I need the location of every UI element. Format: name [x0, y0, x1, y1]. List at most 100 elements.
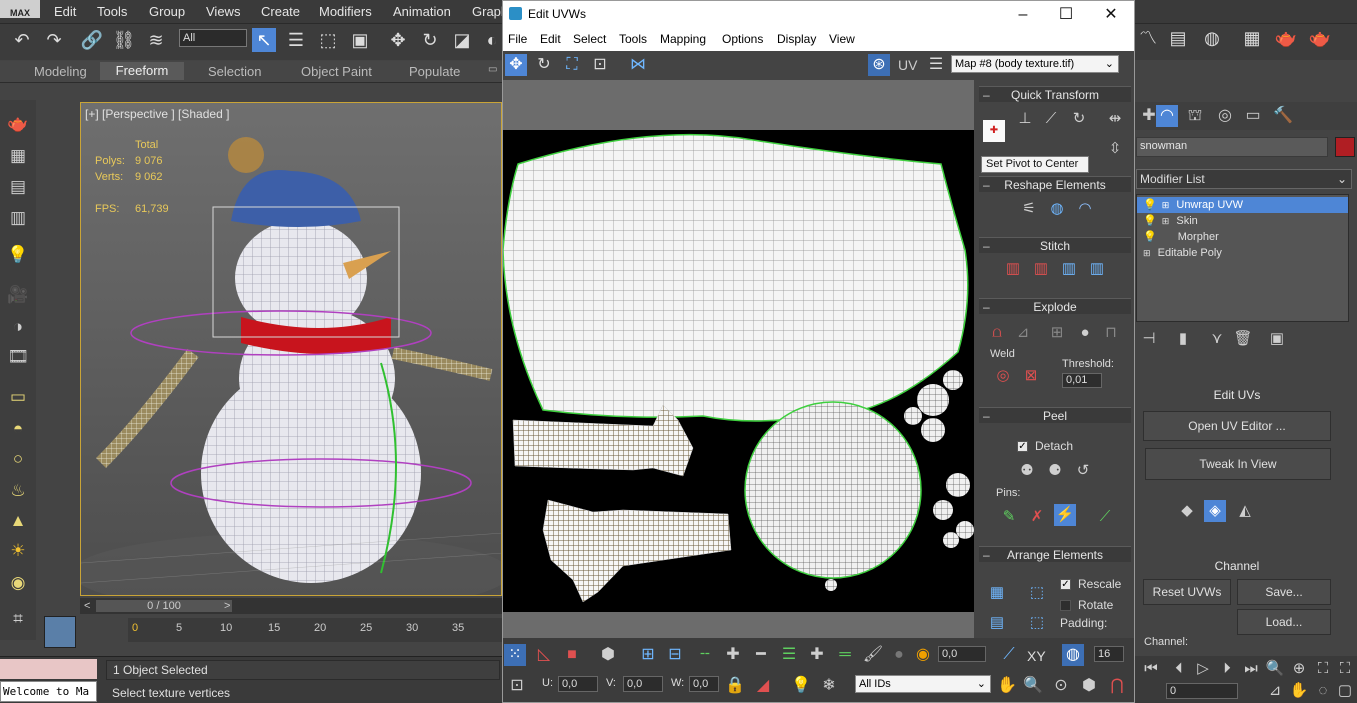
- tab-modeling[interactable]: Modeling: [34, 64, 87, 79]
- ring-icon[interactable]: ✚: [722, 644, 744, 666]
- ribbon-toggle-icon[interactable]: ▭: [488, 64, 497, 75]
- stitch-header[interactable]: – Stitch: [979, 237, 1131, 253]
- quick-peel-icon[interactable]: ⚈: [1044, 460, 1066, 482]
- ring-grow-icon[interactable]: ☰: [778, 644, 800, 666]
- flatten-icon[interactable]: ⊞: [1046, 322, 1068, 344]
- menu-group[interactable]: Group: [149, 4, 185, 19]
- load-button[interactable]: Load...: [1237, 609, 1331, 635]
- peel-header[interactable]: – Peel: [979, 407, 1131, 423]
- pot-icon[interactable]: ♨: [6, 480, 30, 502]
- uvw-menu-display[interactable]: Display: [777, 32, 816, 46]
- straighten-icon[interactable]: ⚟: [1018, 198, 1040, 220]
- scene-explorer-icon[interactable]: ▥: [6, 207, 30, 229]
- relax-settings-icon[interactable]: ◠: [1074, 198, 1096, 220]
- scale-icon[interactable]: ◪: [450, 28, 474, 52]
- orbit-icon[interactable]: ◌: [1312, 680, 1334, 702]
- show-end-result-icon[interactable]: ▮: [1172, 328, 1194, 350]
- select-by-name-icon[interactable]: ☰: [284, 28, 308, 52]
- collapse-icon[interactable]: –: [983, 299, 990, 315]
- xy-toggle[interactable]: XY: [1027, 648, 1046, 664]
- pin-icon[interactable]: ✎: [998, 506, 1020, 528]
- space-horizontal-icon[interactable]: ⇹: [1104, 108, 1126, 130]
- go-to-end-icon[interactable]: ⏭: [1240, 658, 1262, 680]
- grow-select-icon[interactable]: ⊞: [637, 644, 659, 666]
- perspective-viewport[interactable]: [+] [Perspective ] [Shaded ] Total Polys…: [80, 102, 502, 596]
- mirror-icon[interactable]: ⋈: [627, 54, 649, 76]
- teapot-icon[interactable]: 🫖: [6, 113, 30, 135]
- pack-together-icon[interactable]: ▤: [986, 612, 1008, 634]
- set-pivot-icon[interactable]: ✚: [983, 120, 1005, 142]
- object-color-swatch[interactable]: [1335, 137, 1355, 157]
- brush-size-icon[interactable]: ●: [888, 644, 910, 666]
- collapse-icon[interactable]: –: [983, 87, 990, 103]
- render-setup-icon-2[interactable]: ▦: [1240, 26, 1264, 50]
- maximize-viewport-icon[interactable]: ▢: [1334, 680, 1356, 702]
- loop-icon[interactable]: ╌: [694, 644, 716, 666]
- zoom-icon[interactable]: 🔍: [1264, 658, 1286, 680]
- layers-icon[interactable]: ▤: [6, 176, 30, 198]
- edge-mode-icon[interactable]: ◺: [533, 644, 555, 666]
- split-icon[interactable]: ⊓: [1100, 322, 1122, 344]
- rotate-icon[interactable]: ↻: [418, 28, 442, 52]
- tab-populate[interactable]: Populate: [409, 64, 460, 79]
- space-vertical-icon[interactable]: ⇳: [1104, 138, 1126, 160]
- fov-icon[interactable]: ⊿: [1264, 680, 1286, 702]
- maxscript-mini-listener[interactable]: [0, 659, 97, 679]
- uvw-menu-mapping[interactable]: Mapping: [660, 32, 706, 46]
- auto-pin-icon[interactable]: ⚡: [1054, 504, 1076, 526]
- window-crossing-icon[interactable]: ▣: [348, 28, 372, 52]
- zoom-all-icon[interactable]: ⊕: [1288, 658, 1310, 680]
- select-object-icon[interactable]: ↖: [252, 28, 276, 52]
- close-icon[interactable]: ✕: [1088, 2, 1134, 28]
- minimize-icon[interactable]: –: [1000, 2, 1046, 28]
- max-logo[interactable]: MAX: [0, 0, 40, 18]
- edge-loop-icon[interactable]: ═: [834, 644, 856, 666]
- rotate-checkbox[interactable]: [1060, 600, 1071, 611]
- checker-icon[interactable]: ⊛: [868, 54, 890, 76]
- next-frame-icon[interactable]: >: [224, 600, 230, 612]
- soft-select-icon[interactable]: ◉: [912, 644, 934, 666]
- expand-icon[interactable]: ⊞: [1162, 216, 1170, 226]
- edit-uvs-header[interactable]: Edit UVs: [1136, 388, 1338, 402]
- reshape-header[interactable]: – Reshape Elements: [979, 176, 1131, 192]
- unpin-icon[interactable]: ✗: [1026, 506, 1048, 528]
- cone-icon[interactable]: ▲: [6, 510, 30, 532]
- shrink-select-icon[interactable]: ⊟: [664, 644, 686, 666]
- weld-selected-icon[interactable]: ⊠: [1020, 365, 1042, 387]
- render-icon[interactable]: 🎞: [6, 346, 30, 368]
- align-vertical-icon[interactable]: ⟋: [1040, 108, 1062, 130]
- map-dropdown[interactable]: Map #8 (body texture.tif) ⌄: [951, 55, 1119, 73]
- frame-selected-icon[interactable]: ⬢: [1078, 675, 1100, 697]
- play-icon[interactable]: ▷: [1192, 658, 1214, 680]
- relax-icon[interactable]: ◍: [1046, 198, 1068, 220]
- motion-tab-icon[interactable]: ◎: [1214, 105, 1236, 127]
- collapse-icon[interactable]: –: [983, 238, 990, 254]
- unlink-icon[interactable]: ⛓: [112, 28, 136, 52]
- zoom-extents-icon[interactable]: ⛶: [1312, 658, 1334, 680]
- uv-mode-label[interactable]: UV: [898, 57, 917, 73]
- menu-create[interactable]: Create: [261, 4, 300, 19]
- falloff-type-icon[interactable]: ⟋: [998, 644, 1020, 666]
- maxscript-output[interactable]: Welcome to Ma: [0, 681, 97, 702]
- detach-edge-icon[interactable]: ⊿: [1012, 322, 1034, 344]
- menu-animation[interactable]: Animation: [393, 4, 451, 19]
- collapse-icon[interactable]: –: [983, 547, 990, 563]
- expand-icon[interactable]: ⊞: [1143, 248, 1151, 258]
- pan-hand-icon[interactable]: ✋: [996, 675, 1018, 697]
- link-icon[interactable]: 🔗: [80, 28, 104, 52]
- select-vertex-icon[interactable]: ◆: [1176, 500, 1198, 522]
- plane-icon[interactable]: ▭: [6, 386, 30, 408]
- uvw-menu-options[interactable]: Options: [722, 32, 763, 46]
- object-name-field[interactable]: snowman: [1136, 137, 1328, 157]
- lightbulb-icon[interactable]: 💡: [1143, 199, 1157, 211]
- stack-item-morpher[interactable]: 💡 Morpher: [1137, 229, 1348, 245]
- mini-viewport-icon[interactable]: [44, 616, 76, 648]
- modify-tab-icon[interactable]: ◠: [1156, 105, 1178, 127]
- snap-magnet-icon[interactable]: ⋂: [1106, 675, 1128, 697]
- soft-falloff-field[interactable]: 0,0: [938, 646, 986, 662]
- ring-shrink-icon[interactable]: ✚: [806, 644, 828, 666]
- select-face-icon[interactable]: ◭: [1234, 500, 1256, 522]
- lock-icon[interactable]: 🔒: [724, 675, 746, 697]
- reset-peel-icon[interactable]: ↺: [1072, 460, 1094, 482]
- uvw-menu-tools[interactable]: Tools: [619, 32, 647, 46]
